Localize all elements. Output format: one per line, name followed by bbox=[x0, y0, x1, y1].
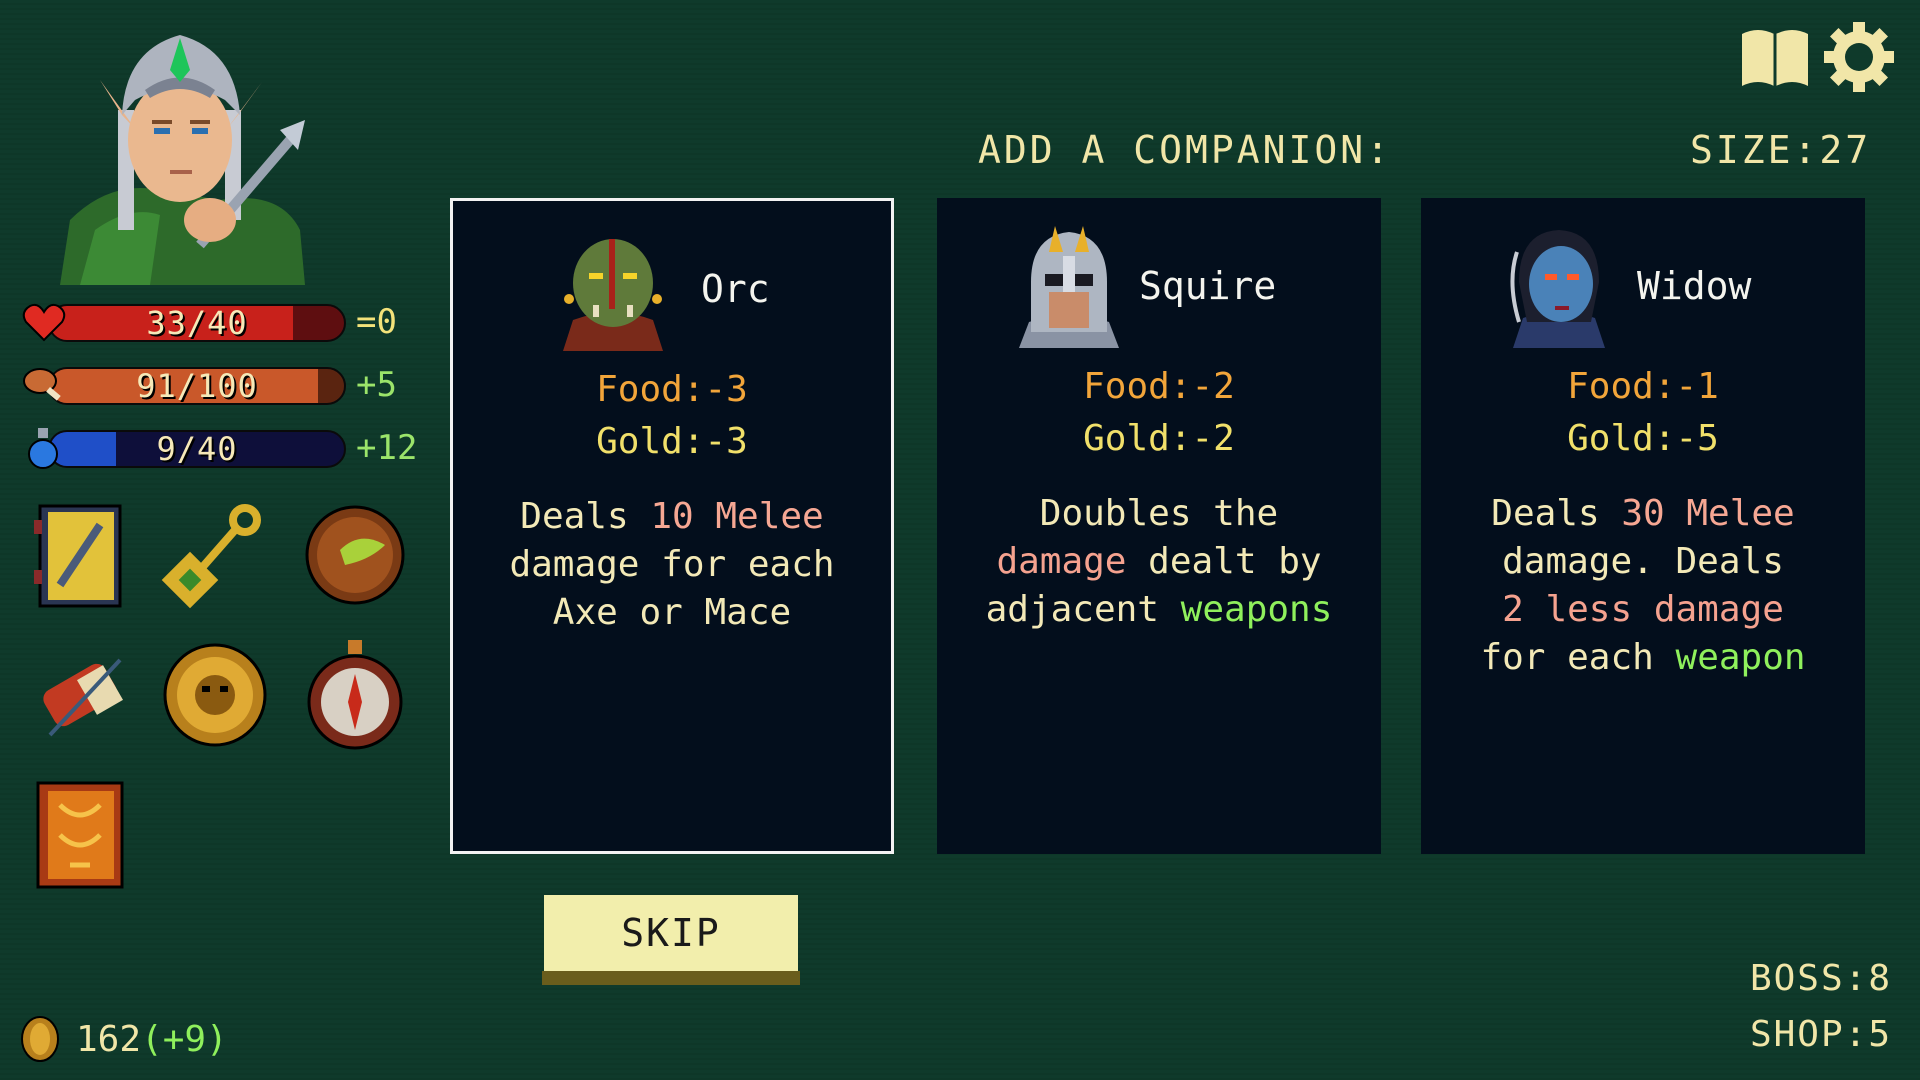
scroll-bundle-icon[interactable] bbox=[30, 640, 130, 750]
card-description: Deals 10 Melee damage for each Axe or Mace bbox=[463, 493, 881, 637]
description-line: Deals 30 Melee bbox=[1431, 490, 1855, 538]
skip-button-label: SKIP bbox=[544, 895, 798, 971]
seed-orb-icon[interactable] bbox=[300, 500, 405, 610]
orc-portrait bbox=[553, 225, 673, 351]
card-name: Widow bbox=[1637, 264, 1752, 308]
mana-stat: 9/40 +12 bbox=[20, 424, 420, 472]
description-text: Deals bbox=[520, 496, 651, 537]
description-line: 2 less damage bbox=[1431, 586, 1855, 634]
shop-counter: SHOP:5 bbox=[1750, 1014, 1892, 1055]
card-description: Deals 30 Melee damage. Deals 2 less damage… bbox=[1431, 490, 1855, 682]
card-description: Doubles the damage dealt by adjacent weapo… bbox=[947, 490, 1371, 634]
squire-portrait bbox=[1009, 222, 1129, 348]
gold-value: 162 bbox=[76, 1019, 142, 1060]
card-food-cost: Food:-2 bbox=[937, 366, 1381, 407]
description-text: dealt by bbox=[1126, 541, 1322, 582]
companion-card-widow[interactable]: Widow Food:-1 Gold:-5 Deals 30 Melee dama… bbox=[1421, 198, 1865, 854]
health-stat: 33/40 =0 bbox=[20, 298, 420, 346]
boss-counter: BOSS:8 bbox=[1750, 958, 1892, 999]
gold-value: -2 bbox=[1191, 418, 1235, 459]
description-text: damage. Deals bbox=[1502, 541, 1784, 582]
boss-value: 8 bbox=[1868, 958, 1892, 999]
gold-label: Gold: bbox=[1567, 418, 1676, 459]
gold-value: -3 bbox=[704, 421, 748, 462]
description-text: Deals bbox=[1491, 493, 1622, 534]
description-line: damage dealt by bbox=[947, 538, 1371, 586]
golden-lion-shield-icon[interactable] bbox=[160, 640, 267, 750]
description-text: adjacent bbox=[985, 589, 1181, 630]
hero-portrait bbox=[50, 20, 325, 285]
description-line: Doubles the bbox=[947, 490, 1371, 538]
keyword-dmg: 2 less damage bbox=[1502, 589, 1784, 630]
description-line: Axe or Mace bbox=[463, 589, 881, 637]
companion-prompt: ADD A COMPANION: bbox=[978, 128, 1393, 172]
food-label: Food: bbox=[1567, 366, 1676, 407]
spellbook-sword-icon[interactable] bbox=[30, 500, 130, 610]
gold-label: Gold: bbox=[596, 421, 705, 462]
companion-card-orc[interactable]: Orc Food:-3 Gold:-3 Deals 10 Melee damage… bbox=[450, 198, 894, 854]
description-line: adjacent weapons bbox=[947, 586, 1371, 634]
health-delta: =0 bbox=[356, 302, 397, 342]
food-label: Food: bbox=[596, 369, 705, 410]
gold-label: Gold: bbox=[1083, 418, 1192, 459]
food-value: 91/100 bbox=[136, 367, 258, 405]
gear-icon[interactable] bbox=[1822, 20, 1896, 94]
mana-bar: 9/40 bbox=[48, 430, 346, 468]
keyword-num: 30 Melee bbox=[1621, 493, 1795, 534]
gold-delta: (+9) bbox=[141, 1019, 228, 1060]
food-bar: 91/100 bbox=[48, 367, 346, 405]
mana-delta: +12 bbox=[356, 428, 418, 468]
size-value: 27 bbox=[1819, 128, 1872, 172]
food-value: -1 bbox=[1675, 366, 1719, 407]
compass-icon[interactable] bbox=[300, 640, 403, 750]
keyword-weapon: weapon bbox=[1675, 637, 1806, 678]
keyword-weapon: weapons bbox=[1180, 589, 1333, 630]
open-book-icon[interactable] bbox=[1738, 20, 1812, 94]
boss-label: BOSS: bbox=[1749, 958, 1869, 999]
heart-icon bbox=[20, 298, 68, 346]
shop-label: SHOP: bbox=[1749, 1014, 1869, 1055]
skip-button-shadow bbox=[542, 971, 800, 985]
gold-coin-icon bbox=[20, 1015, 60, 1063]
skip-button[interactable]: SKIP bbox=[542, 895, 800, 987]
food-delta: +5 bbox=[356, 365, 397, 405]
description-line: damage. Deals bbox=[1431, 538, 1855, 586]
keyword-num: 10 Melee bbox=[650, 496, 824, 537]
card-gold-cost: Gold:-2 bbox=[937, 418, 1381, 459]
card-name: Squire bbox=[1139, 264, 1277, 308]
description-text: for each bbox=[1480, 637, 1676, 678]
description-line: for each weapon bbox=[1431, 634, 1855, 682]
gold-amount: 162(+9) bbox=[76, 1019, 228, 1060]
size-indicator: SIZE:27 bbox=[1690, 128, 1871, 172]
rune-tome-icon[interactable] bbox=[30, 775, 130, 889]
shop-value: 5 bbox=[1868, 1014, 1892, 1055]
food-value: -2 bbox=[1191, 366, 1235, 407]
gold-value: -5 bbox=[1675, 418, 1719, 459]
mana-value: 9/40 bbox=[156, 430, 238, 468]
description-line: Deals 10 Melee bbox=[463, 493, 881, 541]
card-name: Orc bbox=[701, 267, 770, 311]
companion-card-squire[interactable]: Squire Food:-2 Gold:-2 Doubles the damage… bbox=[937, 198, 1381, 854]
keyword-dmg: damage bbox=[996, 541, 1127, 582]
description-text: Axe or Mace bbox=[552, 592, 792, 633]
description-text: Doubles the bbox=[1039, 493, 1279, 534]
widow-portrait bbox=[1499, 222, 1619, 348]
potion-icon bbox=[20, 424, 68, 472]
food-value: -3 bbox=[704, 369, 748, 410]
key-icon[interactable] bbox=[160, 500, 261, 610]
description-line: damage for each bbox=[463, 541, 881, 589]
card-food-cost: Food:-3 bbox=[453, 369, 891, 410]
size-label: SIZE: bbox=[1690, 128, 1820, 172]
food-stat: 91/100 +5 bbox=[20, 361, 420, 409]
card-gold-cost: Gold:-3 bbox=[453, 421, 891, 462]
health-bar: 33/40 bbox=[48, 304, 346, 342]
food-label: Food: bbox=[1083, 366, 1192, 407]
card-gold-cost: Gold:-5 bbox=[1421, 418, 1865, 459]
description-text: damage for each bbox=[509, 544, 835, 585]
card-food-cost: Food:-1 bbox=[1421, 366, 1865, 407]
drumstick-icon bbox=[20, 361, 68, 409]
health-value: 33/40 bbox=[146, 304, 248, 342]
